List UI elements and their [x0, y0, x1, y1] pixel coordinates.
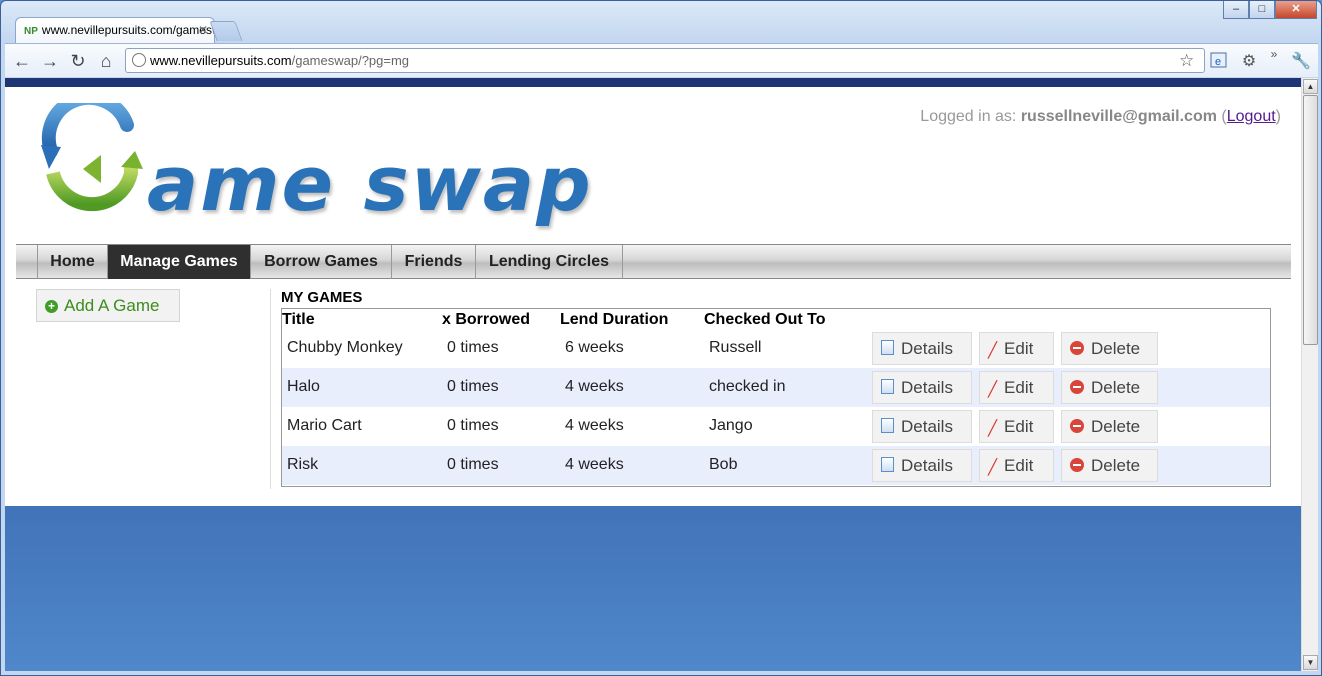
lend-duration: 4 weeks	[565, 417, 624, 434]
delete-icon	[1070, 419, 1084, 433]
column-header-borrowed: x Borrowed	[442, 311, 531, 328]
ie-tab-icon[interactable]: e	[1209, 51, 1229, 71]
nav-borrow-games[interactable]: Borrow Games	[251, 245, 392, 279]
delete-button[interactable]: Delete	[1061, 410, 1158, 443]
details-button[interactable]: Details	[872, 410, 972, 443]
details-button[interactable]: Details	[872, 371, 972, 404]
home-icon[interactable]: ⌂	[95, 50, 117, 72]
page-viewport: ame swap Logged in as: russellneville@gm…	[5, 78, 1301, 671]
delete-button[interactable]: Delete	[1061, 371, 1158, 404]
tab-close-icon[interactable]: ✕	[198, 23, 208, 37]
maximize-button[interactable]: □	[1249, 1, 1275, 19]
logout-link[interactable]: Logout	[1227, 108, 1276, 125]
delete-icon	[1070, 380, 1084, 394]
nav-lending-circles[interactable]: Lending Circles	[476, 245, 623, 279]
close-window-button[interactable]: ✕	[1275, 1, 1317, 19]
vertical-scrollbar[interactable]: ▲ ▼	[1301, 78, 1318, 671]
edit-button[interactable]: ╱ Edit	[979, 332, 1054, 365]
details-button[interactable]: Details	[872, 332, 972, 365]
window-controls: – □ ✕	[1223, 1, 1317, 19]
scrollbar-thumb[interactable]	[1303, 95, 1318, 345]
column-header-duration: Lend Duration	[560, 311, 669, 328]
site-top-bar	[5, 78, 1301, 87]
swap-arrows-icon	[41, 90, 143, 212]
lend-duration: 6 weeks	[565, 339, 624, 356]
game-title: Halo	[287, 378, 320, 395]
borrowed-count: 0 times	[447, 339, 499, 356]
column-divider	[270, 289, 271, 489]
table-row: Mario Cart 0 times 4 weeks Jango Details…	[282, 407, 1270, 446]
nav-manage-games[interactable]: Manage Games	[108, 245, 251, 279]
plus-icon: +	[45, 300, 58, 313]
add-game-button[interactable]: + Add A Game	[36, 289, 180, 322]
table-row: Halo 0 times 4 weeks checked in Details …	[282, 368, 1270, 407]
game-title: Risk	[287, 456, 319, 473]
reload-icon[interactable]: ↻	[67, 50, 89, 72]
borrowed-count: 0 times	[447, 417, 499, 434]
globe-icon	[132, 53, 146, 67]
column-header-checked-out: Checked Out To	[704, 311, 826, 328]
browser-toolbar: ← → ↻ ⌂ www.nevillepursuits.com/gameswap…	[5, 43, 1318, 77]
document-icon	[881, 379, 894, 394]
user-email: russellneville@gmail.com	[1020, 108, 1217, 125]
logo-wordmark: ame swap	[147, 139, 593, 228]
back-icon[interactable]: ←	[11, 50, 33, 72]
lend-duration: 4 weeks	[565, 456, 624, 473]
bookmark-star-icon[interactable]: ☆	[1179, 51, 1194, 71]
pencil-icon: ╱	[988, 342, 998, 359]
document-icon	[881, 418, 894, 433]
lend-duration: 4 weeks	[565, 378, 624, 395]
svg-text:e: e	[1215, 56, 1221, 68]
browser-tab[interactable]: NPwww.nevillepursuits.com/gameswap/?pg=m…	[15, 17, 215, 43]
edit-button[interactable]: ╱ Edit	[979, 410, 1054, 443]
pencil-icon: ╱	[988, 420, 998, 437]
table-row: Risk 0 times 4 weeks Bob Details ╱ Edit D…	[282, 446, 1270, 485]
delete-icon	[1070, 341, 1084, 355]
nav-friends[interactable]: Friends	[392, 245, 476, 279]
games-table: Title x Borrowed Lend Duration Checked O…	[281, 308, 1271, 487]
gameswap-logo: ame swap	[39, 90, 599, 233]
site-favicon-icon: NP	[24, 26, 38, 37]
delete-button[interactable]: Delete	[1061, 332, 1158, 365]
checked-out-to: checked in	[709, 378, 786, 395]
pencil-icon: ╱	[988, 459, 998, 476]
edit-button[interactable]: ╱ Edit	[979, 371, 1054, 404]
overflow-chevron-icon[interactable]: »	[1264, 47, 1284, 67]
pencil-icon: ╱	[988, 381, 998, 398]
tab-strip: NPwww.nevillepursuits.com/gameswap/?pg=m…	[9, 17, 709, 43]
gear-icon[interactable]: ⚙	[1239, 51, 1259, 71]
delete-button[interactable]: Delete	[1061, 449, 1158, 482]
checked-out-to: Russell	[709, 339, 762, 356]
site-nav: Home Manage Games Borrow Games Friends L…	[16, 244, 1291, 279]
document-icon	[881, 457, 894, 472]
minimize-button[interactable]: –	[1223, 1, 1249, 19]
delete-icon	[1070, 458, 1084, 472]
address-bar[interactable]: www.nevillepursuits.com/gameswap/?pg=mg	[125, 48, 1205, 73]
nav-home[interactable]: Home	[37, 245, 108, 279]
checked-out-to: Bob	[709, 456, 738, 473]
table-row: Chubby Monkey 0 times 6 weeks Russell De…	[282, 329, 1270, 368]
forward-icon[interactable]: →	[39, 50, 61, 72]
page-background	[5, 506, 1301, 671]
checked-out-to: Jango	[709, 417, 753, 434]
logged-in-label: Logged in as:	[920, 108, 1021, 125]
game-title: Chubby Monkey	[287, 339, 403, 356]
scroll-down-icon[interactable]: ▼	[1303, 655, 1318, 670]
borrowed-count: 0 times	[447, 378, 499, 395]
edit-button[interactable]: ╱ Edit	[979, 449, 1054, 482]
add-game-label: Add A Game	[64, 296, 160, 315]
borrowed-count: 0 times	[447, 456, 499, 473]
column-header-title: Title	[282, 311, 315, 328]
scroll-up-icon[interactable]: ▲	[1303, 79, 1318, 94]
browser-window: NPwww.nevillepursuits.com/gameswap/?pg=m…	[0, 0, 1322, 676]
tab-title: www.nevillepursuits.com/gameswap/?pg=mg	[41, 23, 214, 37]
document-icon	[881, 340, 894, 355]
url-path: /gameswap/?pg=mg	[291, 53, 410, 68]
section-title: MY GAMES	[281, 289, 363, 306]
login-status: Logged in as: russellneville@gmail.com (…	[920, 108, 1281, 125]
url-host: www.nevillepursuits.com	[150, 53, 292, 68]
wrench-icon[interactable]: 🔧	[1291, 51, 1311, 71]
game-title: Mario Cart	[287, 417, 362, 434]
details-button[interactable]: Details	[872, 449, 972, 482]
